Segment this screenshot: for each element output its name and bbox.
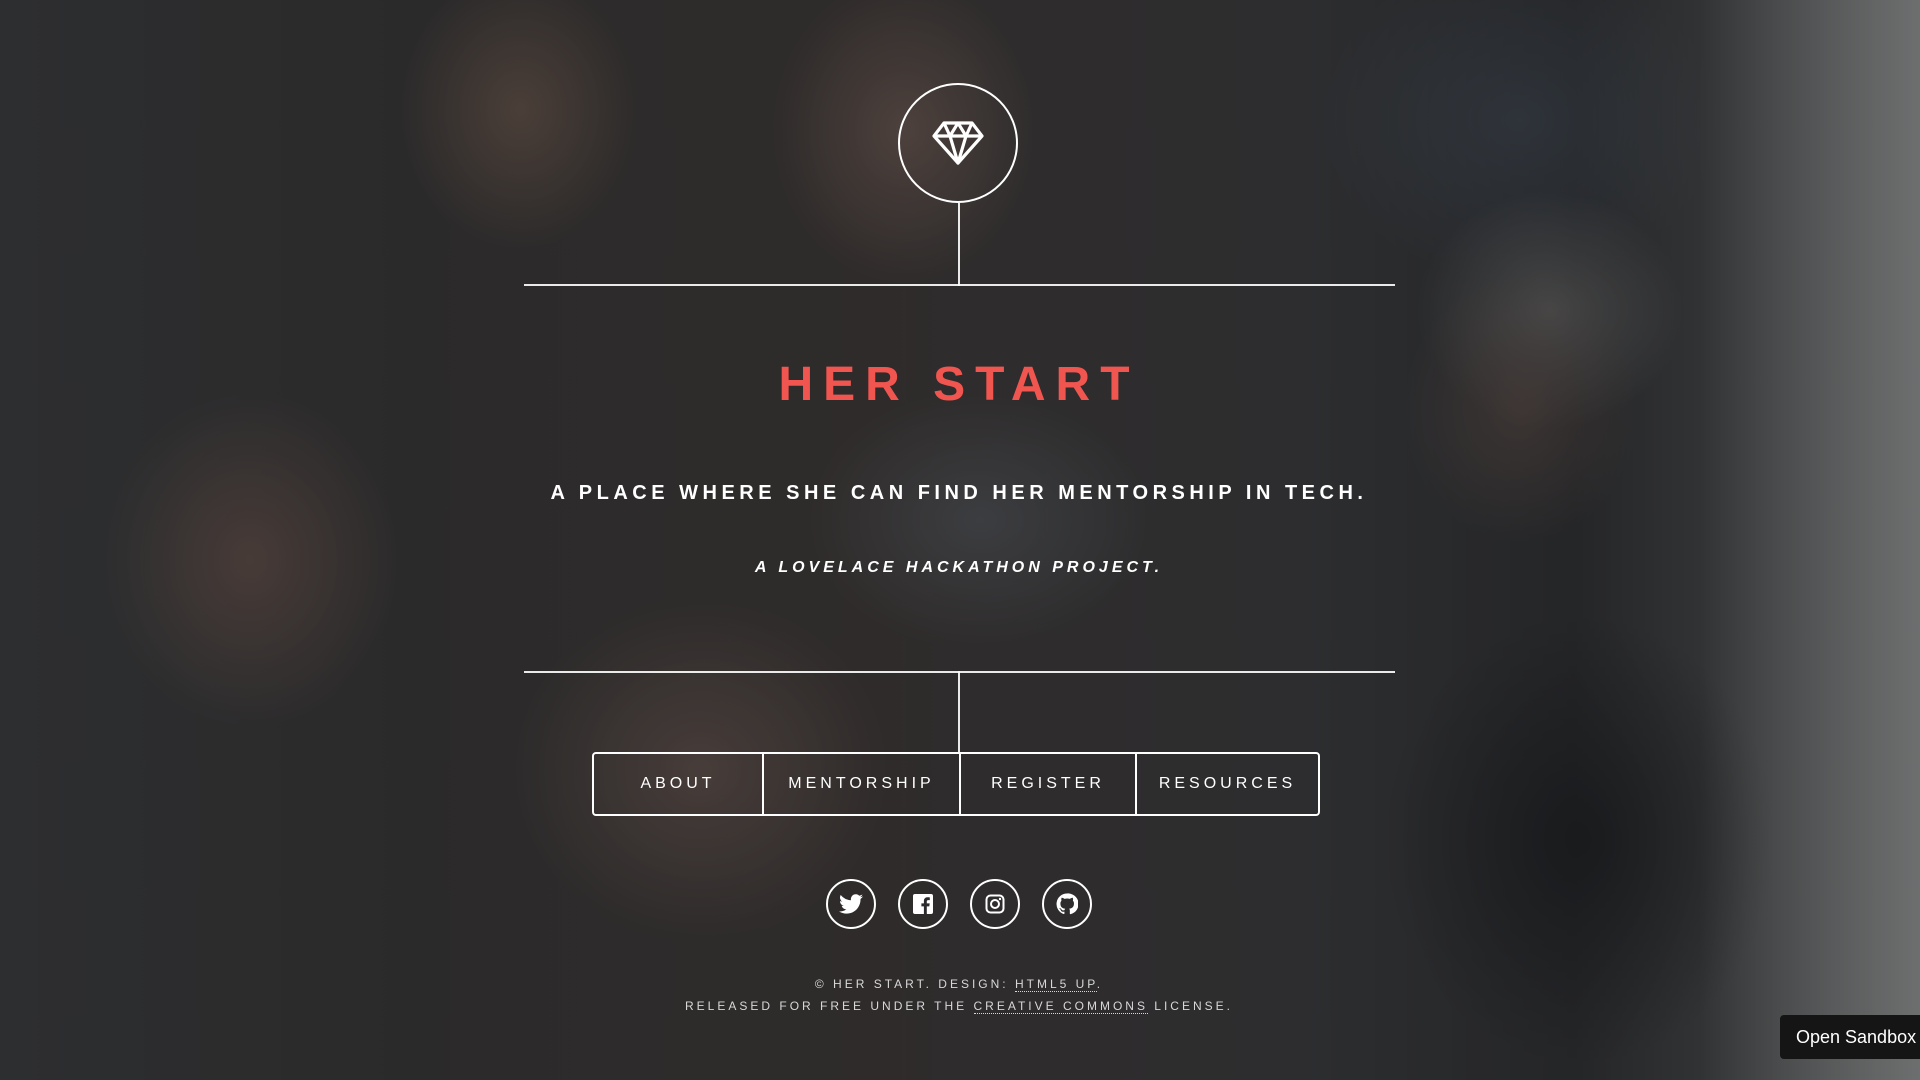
facebook-icon — [913, 894, 933, 914]
logo — [898, 83, 1018, 203]
header: HER START A PLACE WHERE SHE CAN FIND HER… — [0, 0, 1920, 1080]
top-divider — [524, 284, 1395, 286]
copyright-line: © HER START. DESIGN: HTML5 UP. — [0, 977, 1918, 992]
nav-register[interactable]: REGISTER — [959, 754, 1135, 814]
instagram-button[interactable] — [970, 879, 1020, 929]
nav-resources[interactable]: RESOURCES — [1135, 754, 1318, 814]
nav-about[interactable]: ABOUT — [594, 754, 762, 814]
diamond-icon — [932, 121, 984, 165]
nav-mentorship[interactable]: MENTORSHIP — [762, 754, 959, 814]
instagram-icon — [985, 894, 1005, 914]
open-sandbox-button[interactable]: Open Sandbox — [1780, 1015, 1920, 1059]
twitter-icon — [839, 894, 863, 914]
creative-commons-link[interactable]: CREATIVE COMMONS — [973, 999, 1148, 1014]
tagline: A PLACE WHERE SHE CAN FIND HER MENTORSHI… — [550, 482, 1368, 504]
github-button[interactable] — [1042, 879, 1092, 929]
license-line: RELEASED FOR FREE UNDER THE CREATIVE COM… — [0, 999, 1918, 1014]
site-title: HER START — [778, 358, 1140, 411]
license-suffix: LICENSE. — [1147, 999, 1233, 1013]
subtagline: A LOVELACE HACKATHON PROJECT. — [754, 559, 1164, 576]
logo-connector-line — [958, 203, 960, 286]
facebook-button[interactable] — [898, 879, 948, 929]
copyright-text: © HER START. DESIGN: — [814, 977, 1015, 991]
copyright-suffix: . — [1096, 977, 1104, 991]
twitter-button[interactable] — [826, 879, 876, 929]
github-icon — [1056, 893, 1078, 915]
html5up-link[interactable]: HTML5 UP — [1014, 977, 1097, 992]
license-text: RELEASED FOR FREE UNDER THE — [685, 999, 974, 1013]
nav-connector-line — [958, 671, 960, 754]
main-nav: ABOUT MENTORSHIP REGISTER RESOURCES — [592, 752, 1320, 816]
page: HER START A PLACE WHERE SHE CAN FIND HER… — [0, 0, 1920, 1080]
